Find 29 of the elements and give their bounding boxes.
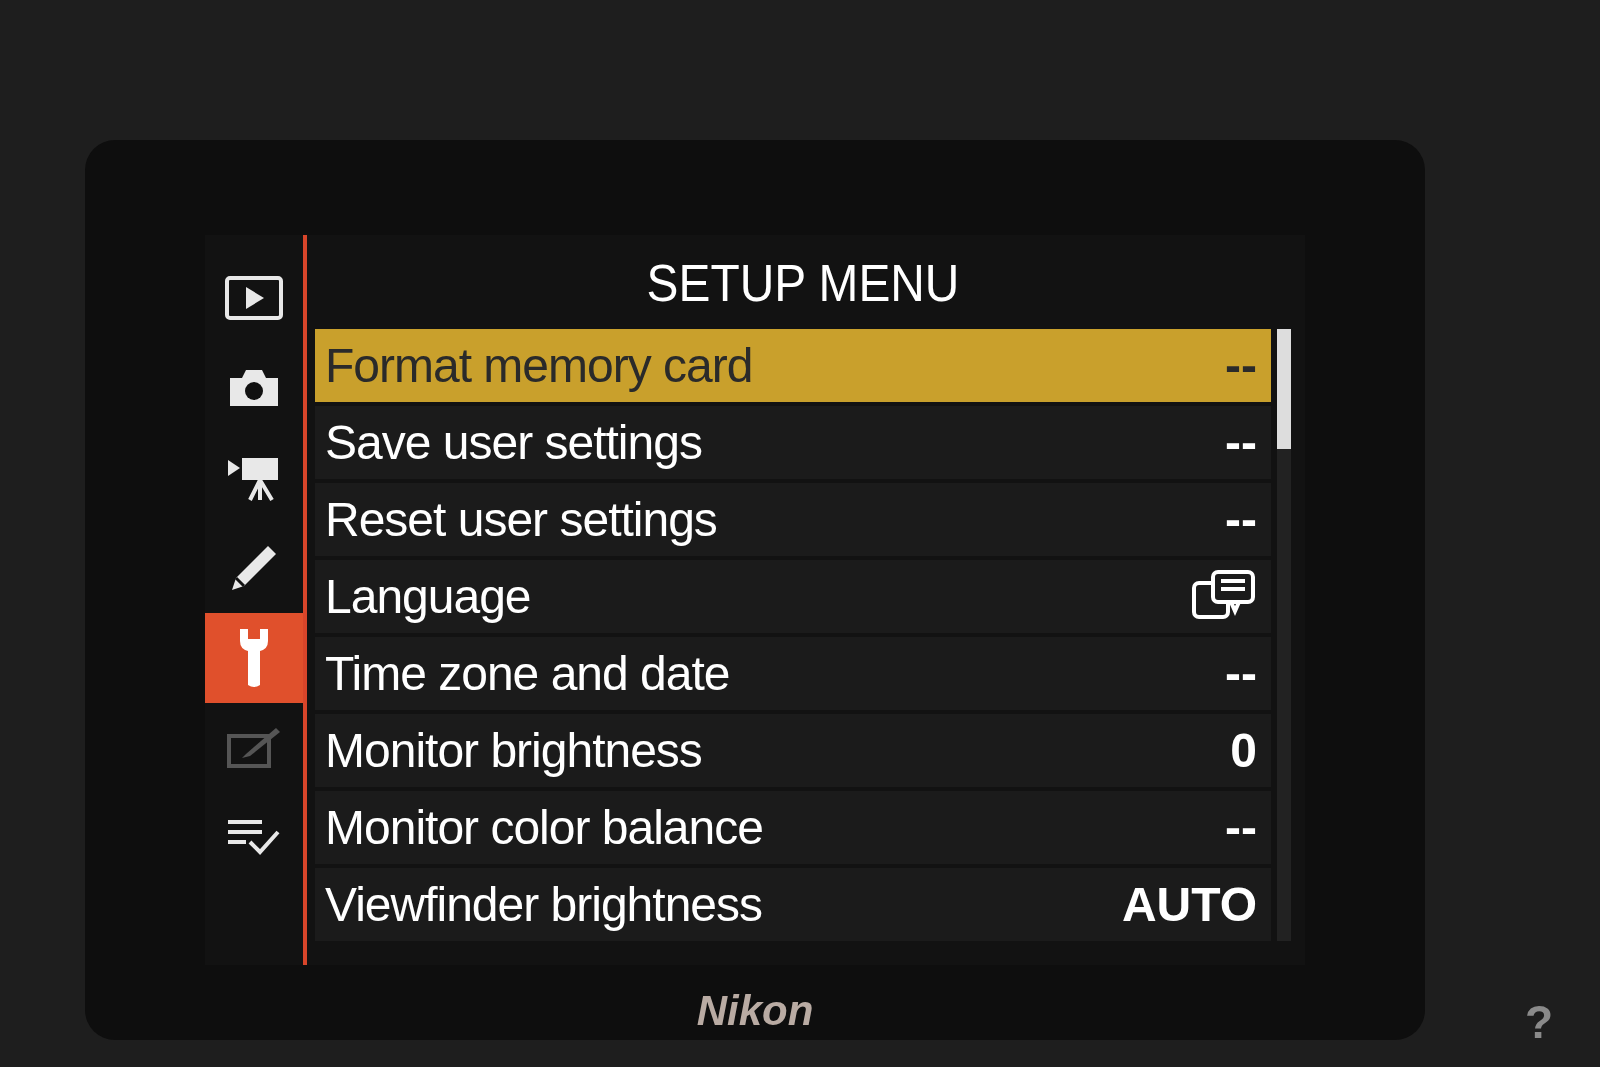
brand-logo: Nikon	[696, 987, 814, 1035]
item-value: --	[1225, 800, 1257, 855]
item-value: --	[1225, 492, 1257, 547]
menu-item[interactable]: Language	[315, 560, 1271, 633]
item-label: Format memory card	[325, 338, 753, 393]
item-label: Reset user settings	[325, 492, 717, 547]
menu-item[interactable]: Monitor color balance --	[315, 791, 1271, 864]
retouch-icon	[226, 726, 282, 770]
item-value: 0	[1230, 723, 1257, 778]
item-label: Save user settings	[325, 415, 702, 470]
menu-title: SETUP MENU	[645, 253, 961, 314]
menu-item[interactable]: Save user settings --	[315, 406, 1271, 479]
item-label: Viewfinder brightness	[325, 877, 763, 932]
playback-icon	[224, 275, 284, 321]
item-value: --	[1225, 646, 1257, 701]
item-label: Monitor brightness	[325, 723, 702, 778]
item-value: --	[1225, 415, 1257, 470]
scroll-bar[interactable]	[1277, 329, 1291, 941]
item-label: Language	[325, 569, 531, 624]
menu-item[interactable]: Monitor brightness 0	[315, 714, 1271, 787]
help-key[interactable]: ?	[1525, 995, 1554, 1049]
item-label: Time zone and date	[325, 646, 730, 701]
item-value: AUTO	[1121, 877, 1257, 932]
menu-item[interactable]: Format memory card --	[315, 329, 1271, 402]
menu-item[interactable]: Viewfinder brightness AUTO	[315, 868, 1271, 941]
menu-item[interactable]: Time zone and date --	[315, 637, 1271, 710]
item-value: --	[1225, 338, 1257, 393]
menu-item[interactable]: Reset user settings --	[315, 483, 1271, 556]
item-label: Monitor color balance	[325, 800, 763, 855]
